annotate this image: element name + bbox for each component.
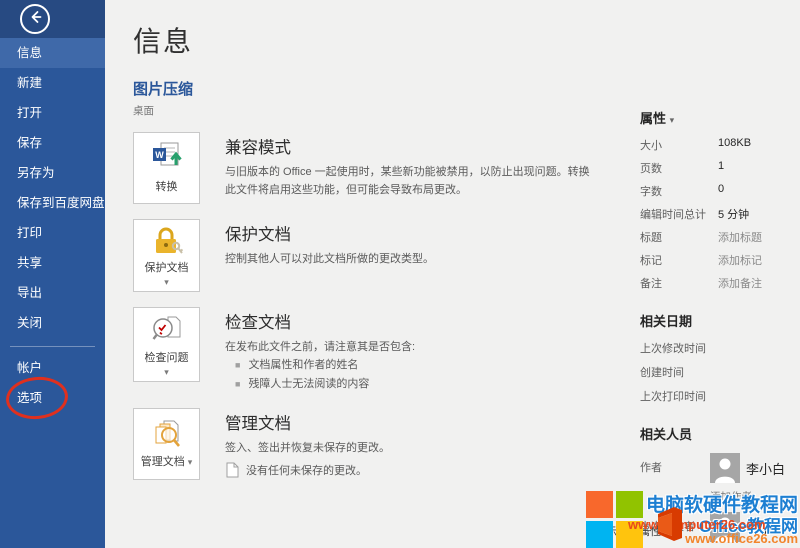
check-issues-dropdown-caret: ▾: [164, 369, 169, 375]
avatar: [710, 453, 740, 483]
manage-document-button[interactable]: 管理文档 ▾: [133, 408, 200, 480]
back-arrow-icon: [27, 9, 43, 30]
prop-row-size: 大小 108KB: [640, 137, 798, 153]
sidebar-item-info[interactable]: 信息: [0, 38, 105, 68]
inspect-bullet-1: ■ 文档属性和作者的姓名: [235, 356, 415, 375]
last-modified-row: 上次修改时间: [640, 340, 798, 356]
properties-header[interactable]: 属性 ▾: [640, 108, 798, 127]
unsaved-changes-note: 没有任何未保存的更改。: [225, 462, 390, 478]
modifier-chip[interactable]: 李小白: [710, 512, 785, 542]
sidebar-header: [0, 0, 105, 38]
related-dates-section: 相关日期 上次修改时间 创建时间 上次打印时间: [640, 311, 798, 404]
sidebar-item-save-to-baidu[interactable]: 保存到百度网盘: [0, 188, 105, 218]
manage-dropdown-caret: ▾: [188, 457, 193, 467]
related-people-header: 相关人员: [640, 424, 798, 443]
compatibility-desc: 与旧版本的 Office 一起使用时，某些新功能被禁用，以防止出现问题。转换此文…: [225, 163, 590, 199]
created-row: 创建时间: [640, 364, 798, 380]
prop-row-words: 字数 0: [640, 183, 798, 199]
info-panel: 信息 图片压缩 桌面 W 转换: [105, 0, 630, 548]
protect-button-label: 保护文档: [145, 262, 189, 276]
related-dates-header: 相关日期: [640, 311, 798, 330]
document-title: 图片压缩: [133, 78, 630, 99]
sidebar-item-options-label: 选项: [17, 391, 42, 405]
sidebar-item-options[interactable]: 选项: [0, 383, 105, 413]
prop-row-edit-time: 编辑时间总计 5 分钟: [640, 206, 798, 222]
manage-section: 管理文档 ▾ 管理文档 签入、签出并恢复未保存的更改。 没有任何未保存的更改。: [133, 408, 630, 480]
manage-button-label: 管理文档 ▾: [141, 456, 193, 470]
compatibility-section: W 转换 兼容模式 与旧版本的 Office 一起使用时，某些新功能被禁用，以防…: [133, 132, 630, 204]
related-people-section: 相关人员 作者 李小白 添加作者 上次修改者: [640, 424, 798, 542]
inspect-bullet-2: ■ 残障人士无法阅读的内容: [235, 375, 415, 394]
backstage-sidebar: 信息 新建 打开 保存 另存为 保存到百度网盘 打印 共享 导出 关闭 帐户 选…: [0, 0, 105, 548]
protect-desc: 控制其他人可以对此文档所做的更改类型。: [225, 250, 434, 268]
document-location: 桌面: [133, 103, 630, 118]
sidebar-divider: [10, 346, 95, 347]
add-author-link[interactable]: 添加作者: [710, 489, 798, 504]
bullet-icon: ■: [235, 377, 240, 392]
protect-heading: 保护文档: [225, 221, 434, 245]
properties-rail: 属性 ▾ 大小 108KB 页数 1 字数 0 编辑时间总计 5 分钟 标题 添…: [640, 108, 798, 548]
convert-button-label: 转换: [156, 181, 178, 195]
manage-document-icon: [150, 418, 184, 453]
sidebar-item-account[interactable]: 帐户: [0, 353, 105, 383]
document-icon: [225, 462, 239, 478]
check-issues-button-label: 检查问题: [145, 352, 189, 366]
inspect-section: 检查问题 ▾ 检查文档 在发布此文件之前，请注意其是否包含: ■ 文档属性和作者…: [133, 307, 630, 394]
manage-heading: 管理文档: [225, 410, 390, 434]
inspect-heading: 检查文档: [225, 309, 415, 333]
sidebar-nav: 信息 新建 打开 保存 另存为 保存到百度网盘 打印 共享 导出 关闭 帐户 选…: [0, 38, 105, 413]
protect-dropdown-caret: ▾: [164, 279, 169, 285]
prop-row-title: 标题 添加标题: [640, 229, 798, 245]
word-backstage-window: 信息 新建 打开 保存 另存为 保存到百度网盘 打印 共享 导出 关闭 帐户 选…: [0, 0, 800, 548]
lock-key-icon: [151, 226, 183, 259]
prop-row-pages: 页数 1: [640, 160, 798, 176]
sidebar-item-export[interactable]: 导出: [0, 278, 105, 308]
add-comments-field[interactable]: 添加备注: [718, 275, 762, 291]
sidebar-item-open[interactable]: 打开: [0, 98, 105, 128]
manage-desc: 签入、签出并恢复未保存的更改。: [225, 439, 390, 457]
sidebar-item-print[interactable]: 打印: [0, 218, 105, 248]
bullet-icon: ■: [235, 358, 240, 373]
add-title-field[interactable]: 添加标题: [718, 229, 762, 245]
sidebar-item-save-as[interactable]: 另存为: [0, 158, 105, 188]
properties-dropdown-caret: ▾: [670, 115, 675, 125]
inspect-desc: 在发布此文件之前，请注意其是否包含:: [225, 338, 415, 356]
show-all-properties-link[interactable]: 显示所有属性: [595, 523, 661, 539]
sidebar-item-new[interactable]: 新建: [0, 68, 105, 98]
convert-button[interactable]: W 转换: [133, 132, 200, 204]
avatar: [710, 512, 740, 542]
add-tags-field[interactable]: 添加标记: [718, 252, 762, 268]
author-chip[interactable]: 李小白: [710, 453, 785, 483]
back-button[interactable]: [20, 4, 50, 34]
inspect-document-icon: [151, 314, 183, 349]
sidebar-item-save[interactable]: 保存: [0, 128, 105, 158]
protect-document-button[interactable]: 保护文档 ▾: [133, 219, 200, 292]
prop-row-tags: 标记 添加标记: [640, 252, 798, 268]
compatibility-heading: 兼容模式: [225, 134, 590, 158]
sidebar-item-share[interactable]: 共享: [0, 248, 105, 278]
sidebar-item-close[interactable]: 关闭: [0, 308, 105, 338]
prop-row-comments: 备注 添加备注: [640, 275, 798, 291]
page-title: 信息: [133, 20, 630, 60]
svg-text:W: W: [155, 150, 164, 160]
check-for-issues-button[interactable]: 检查问题 ▾: [133, 307, 200, 382]
author-row: 作者 李小白: [640, 453, 798, 483]
last-printed-row: 上次打印时间: [640, 388, 798, 404]
protect-section: 保护文档 ▾ 保护文档 控制其他人可以对此文档所做的更改类型。: [133, 219, 630, 292]
last-modifier-row: 上次修改者 李小白: [640, 512, 798, 542]
convert-word-icon: W: [149, 141, 185, 178]
